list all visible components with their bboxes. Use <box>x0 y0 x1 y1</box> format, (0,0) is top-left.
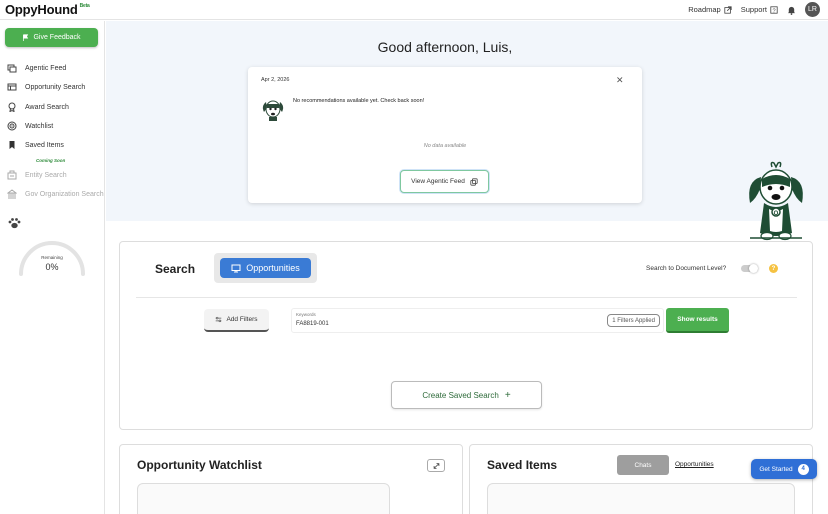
sidebar-item-label: Opportunity Search <box>25 83 86 91</box>
roadmap-link[interactable]: Roadmap <box>688 5 732 14</box>
table-icon <box>7 83 17 91</box>
sidebar-item-label: Saved Items <box>25 141 64 149</box>
roadmap-label: Roadmap <box>688 5 721 14</box>
get-started-button[interactable]: Get Started 4 <box>751 459 817 479</box>
help-box-icon: ? <box>770 5 778 14</box>
sidebar-item-label: Agentic Feed <box>25 64 67 72</box>
monitor-icon <box>231 264 241 272</box>
beta-badge: Beta <box>79 3 90 9</box>
sidebar-item-opportunity-search[interactable]: Opportunity Search <box>7 82 85 92</box>
paw-icon <box>8 218 21 229</box>
keywords-input-value[interactable]: FA8819-001 <box>296 321 329 327</box>
svg-text:O: O <box>774 211 779 217</box>
flag-icon <box>23 34 29 41</box>
sidebar-item-gov-organization-search: Gov Organization Search <box>7 189 104 199</box>
watchlist-panel: Opportunity Watchlist <box>119 444 463 514</box>
svg-text:?: ? <box>772 8 775 14</box>
coming-soon-label: Coming Soon <box>36 158 66 163</box>
expand-button[interactable] <box>427 459 445 472</box>
sidebar-item-award-search[interactable]: Award Search <box>7 102 69 112</box>
top-nav: Roadmap Support ? LR <box>688 2 820 17</box>
app-name: OppyHound <box>5 2 78 17</box>
feedback-label: Give Feedback <box>33 34 81 41</box>
opportunities-mode-label: Opportunities <box>246 263 300 273</box>
sidebar-item-label: Entity Search <box>25 171 67 179</box>
sidebar-item-saved-items[interactable]: Saved Items <box>7 140 64 150</box>
sidebar-item-agentic-feed[interactable]: Agentic Feed <box>7 63 66 73</box>
building-icon <box>7 189 17 199</box>
dog-mascot-icon <box>262 100 284 121</box>
view-feed-label: View Agentic Feed <box>411 178 465 185</box>
sidebar-item-label: Watchlist <box>25 122 54 130</box>
sidebar-item-entity-search: Entity Search <box>7 170 67 180</box>
external-link-icon <box>724 5 732 14</box>
saved-items-panel: Saved Items Chats Opportunities <box>469 444 813 514</box>
filter-sliders-icon <box>216 316 222 323</box>
plus-icon: + <box>504 389 511 401</box>
feed-icon <box>7 64 17 73</box>
keywords-label: Keywords <box>296 312 316 317</box>
view-agentic-feed-button[interactable]: View Agentic Feed <box>400 170 489 193</box>
card-date: Apr 2, 2026 <box>261 77 290 83</box>
saved-items-content <box>487 483 795 514</box>
help-icon[interactable]: ? <box>769 264 778 273</box>
keywords-field[interactable]: Keywords FA8819-001 1 Filters Applied <box>291 308 664 333</box>
greeting-heading: Good afternoon, Luis, <box>377 39 513 55</box>
add-filters-label: Add Filters <box>226 316 258 323</box>
search-title: Search <box>155 262 196 276</box>
opportunities-mode-button[interactable]: Opportunities <box>220 258 311 278</box>
no-recommendations-message: No recommendations available yet. Check … <box>293 98 425 104</box>
watchlist-content <box>137 483 390 514</box>
close-icon[interactable]: ✕ <box>616 75 624 86</box>
create-saved-search-label: Create Saved Search <box>422 390 499 400</box>
notification-bell-icon[interactable] <box>787 5 796 15</box>
expand-icon <box>433 462 439 469</box>
sidebar: Give Feedback Agentic Feed Opportunity S… <box>0 21 105 514</box>
main-content: Good afternoon, Luis, Apr 2, 2026 ✕ No r… <box>106 21 828 514</box>
tab-opportunities[interactable]: Opportunities <box>675 461 714 468</box>
create-saved-search-button[interactable]: Create Saved Search + <box>391 381 542 409</box>
add-filters-button[interactable]: Add Filters <box>204 309 269 332</box>
award-icon <box>8 102 16 112</box>
doc-level-label: Search to Document Level? <box>646 265 727 272</box>
app-logo[interactable]: OppyHound Beta <box>5 2 90 17</box>
link-icon <box>470 177 478 186</box>
sidebar-item-label: Gov Organization Search <box>25 190 104 198</box>
get-started-label: Get Started <box>759 465 793 473</box>
saved-items-title: Saved Items <box>487 458 558 472</box>
recommendations-card: Apr 2, 2026 ✕ No recommendations availab… <box>248 67 642 203</box>
hero-section: Good afternoon, Luis, Apr 2, 2026 ✕ No r… <box>106 21 828 241</box>
top-bar: OppyHound Beta Roadmap Support ? LR <box>0 0 828 20</box>
user-avatar[interactable]: LR <box>805 2 820 17</box>
support-link[interactable]: Support ? <box>741 5 778 14</box>
sidebar-item-watchlist[interactable]: Watchlist <box>7 121 53 131</box>
search-panel: Search Opportunities Search to Document … <box>119 241 813 430</box>
show-results-button[interactable]: Show results <box>666 308 729 333</box>
filters-applied-badge[interactable]: 1 Filters Applied <box>607 314 660 327</box>
gauge-value: 0% <box>45 262 59 272</box>
divider <box>136 297 797 298</box>
support-label: Support <box>740 5 767 14</box>
sidebar-item-label: Award Search <box>25 103 69 111</box>
tab-chats[interactable]: Chats <box>617 455 669 475</box>
get-started-count-badge: 4 <box>797 463 809 475</box>
search-mode-toggle: Opportunities <box>214 253 317 283</box>
watchlist-icon <box>7 121 17 131</box>
give-feedback-button[interactable]: Give Feedback <box>5 28 98 47</box>
doc-level-toggle[interactable] <box>741 264 758 273</box>
bookmark-icon <box>9 141 15 149</box>
watchlist-title: Opportunity Watchlist <box>137 458 262 472</box>
dog-mascot-illustration: O <box>749 161 803 241</box>
no-data-text: No data available <box>423 143 467 149</box>
entity-icon <box>7 170 17 180</box>
gauge-label: Remaining <box>41 255 63 260</box>
